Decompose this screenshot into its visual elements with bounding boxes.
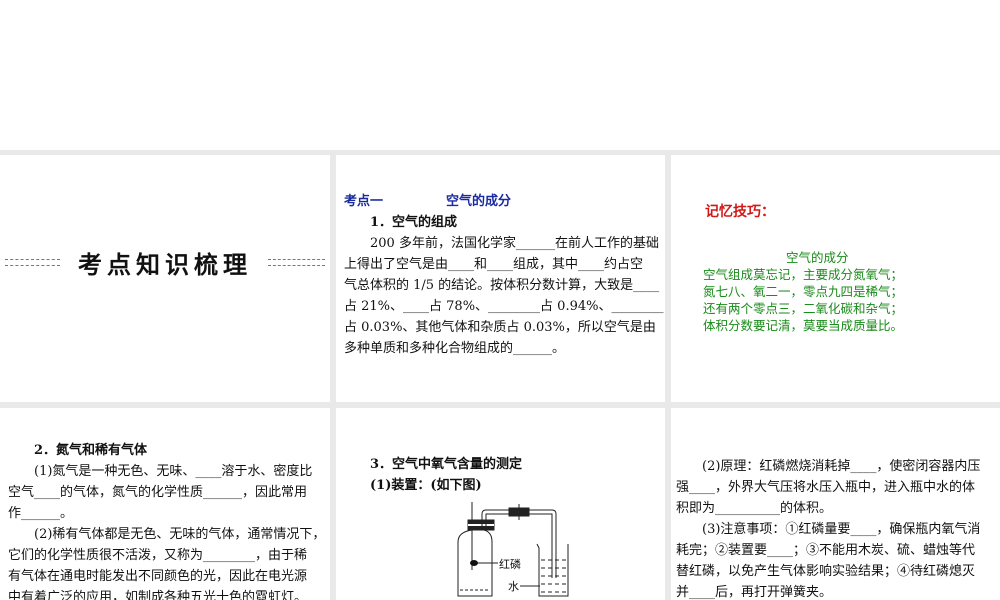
- slide-title[interactable]: 考点知识梳理: [0, 155, 330, 402]
- text-line: 3．空气中氧气含量的测定: [370, 457, 523, 472]
- slide-air-composition[interactable]: 考点一 空气的成分 1．空气的组成 200 多年前，法国化学家______在前人…: [336, 155, 665, 402]
- text-line: 1．空气的组成: [370, 215, 458, 230]
- text-line: 有气体在通电时能发出不同颜色的光，因此在电光源: [8, 569, 308, 584]
- topic-title: 空气的成分: [446, 194, 512, 209]
- memory-tips-label: 记忆技巧：: [705, 204, 775, 220]
- topic-label: 考点一: [344, 194, 384, 209]
- poem-line: 氮七八、氧二一，零点九四是稀气；: [703, 284, 904, 299]
- text-line: 2．氮气和稀有气体: [34, 443, 148, 458]
- text-line: 积即为__________的体积。: [676, 501, 833, 516]
- text-line: (1)氮气是一种无色、无味、____溶于水、密度比: [34, 464, 313, 479]
- slide-memory-tips[interactable]: 记忆技巧： 空气的成分 空气组成莫忘记，主要成分氮氧气； 氮七八、氧二一，零点九…: [671, 155, 1000, 402]
- text-line: 200 多年前，法国化学家______在前人工作的基础: [370, 236, 659, 251]
- text-line: (2)原理：红磷燃烧消耗掉____，使密闭容器内压: [702, 459, 981, 474]
- text-line: (2)稀有气体都是无色、无味的气体，通常情况下，: [34, 527, 326, 542]
- apparatus-diagram: [457, 502, 569, 597]
- label-red-phosphorus: 红磷: [499, 558, 521, 571]
- text-line: 作______。: [8, 506, 74, 521]
- text-line: 耗完；②装置要____；③不能用木炭、硫、蜡烛等代: [676, 543, 976, 558]
- text-line: (1)装置：(如下图): [370, 478, 482, 493]
- poem-line: 还有两个零点三，二氧化碳和杂气；: [703, 301, 904, 316]
- poem-line: 空气组成莫忘记，主要成分氮氧气；: [703, 267, 904, 282]
- slide-oxygen-measurement[interactable]: 3．空气中氧气含量的测定 (1)装置：(如下图) 红磷 水: [336, 408, 665, 600]
- text-line: 占 21%、____占 78%、________占 0.94%、________: [344, 299, 664, 314]
- text-line: 空气____的气体，氮气的化学性质______，因此常用: [8, 485, 308, 500]
- slide-nitrogen-noble-gases[interactable]: 2．氮气和稀有气体 (1)氮气是一种无色、无味、____溶于水、密度比 空气__…: [0, 408, 330, 600]
- text-line: 它们的化学性质很不活泼，又称为________，由于稀: [8, 548, 308, 563]
- dashed-line-right: [268, 259, 325, 266]
- red-phosphorus-icon: [470, 560, 478, 566]
- poem-title: 空气的成分: [786, 250, 849, 265]
- text-line: 多种单质和多种化合物组成的______。: [344, 341, 566, 356]
- blank-top-area: [0, 0, 1000, 150]
- text-line: 强____，外界大气压将水压入瓶中，进入瓶中水的体: [676, 480, 976, 495]
- poem-line: 体积分数要记清，莫要当成质量比。: [703, 318, 904, 333]
- text-line: 中有着广泛的应用，如制成各种五光十色的霓虹灯。: [8, 590, 308, 600]
- text-line: 占 0.03%、其他气体和杂质占 0.03%，所以空气是由: [344, 320, 656, 335]
- slide-principle-notes[interactable]: (2)原理：红磷燃烧消耗掉____，使密闭容器内压 强____，外界大气压将水压…: [671, 408, 1000, 600]
- text-line: 上得出了空气是由____和____组成，其中____约占空: [344, 257, 644, 272]
- text-line: (3)注意事项：①红磷量要____，确保瓶内氧气消: [702, 522, 981, 537]
- text-line: 气总体积的 1/5 的结论。按体积分数计算，大致是____: [344, 278, 660, 293]
- label-water: 水: [508, 580, 519, 593]
- text-line: 并____后，再打开弹簧夹。: [676, 585, 833, 600]
- text-line: 替红磷，以免产生气体影响实验结果；④待红磷熄灭: [676, 564, 976, 579]
